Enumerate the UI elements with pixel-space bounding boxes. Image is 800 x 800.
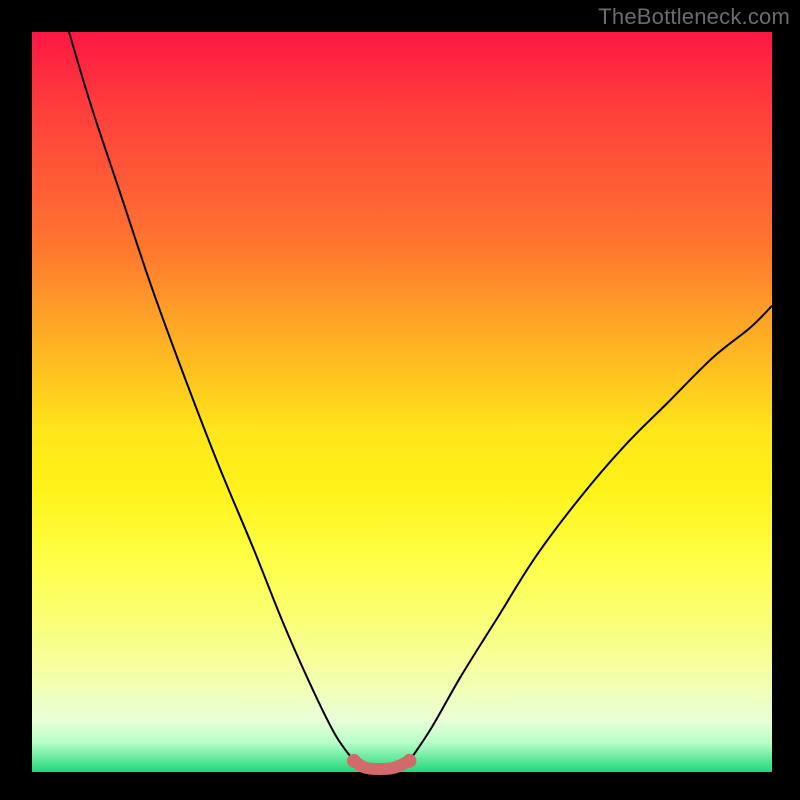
series-bottom-highlight	[354, 761, 410, 769]
curve-layer	[32, 32, 772, 772]
chart-frame: TheBottleneck.com	[0, 0, 800, 800]
series-left-arm	[69, 32, 354, 761]
marker-highlight-endcap-left	[347, 754, 361, 768]
watermark-text: TheBottleneck.com	[598, 6, 790, 28]
marker-highlight-endcap-right	[402, 754, 416, 768]
series-right-arm	[409, 306, 772, 761]
